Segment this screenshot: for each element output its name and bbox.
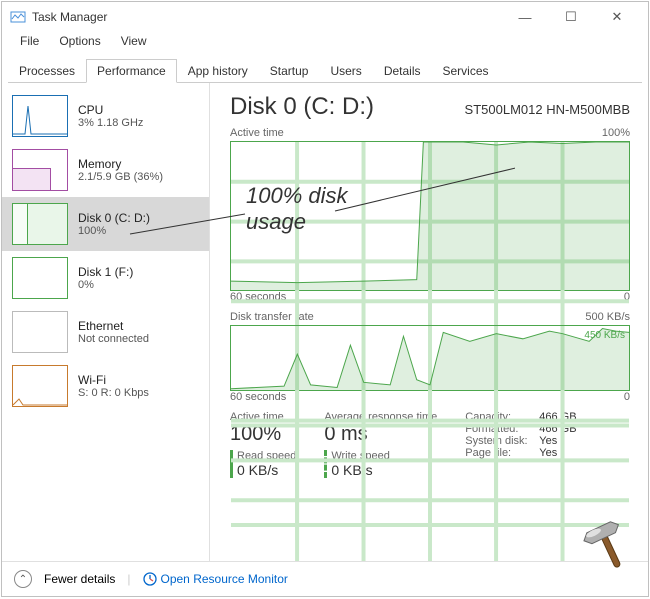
orm-label: Open Resource Monitor xyxy=(161,572,288,586)
cpu-label: CPU xyxy=(78,103,143,117)
sidebar-cpu[interactable]: CPU 3% 1.18 GHz xyxy=(2,89,209,143)
sidebar-wifi[interactable]: Wi-Fi S: 0 R: 0 Kbps xyxy=(2,359,209,413)
active-time-label: Active time xyxy=(230,127,284,139)
task-manager-icon xyxy=(10,9,26,25)
performance-sidebar: CPU 3% 1.18 GHz Memory 2.1/5.9 GB (36%) … xyxy=(2,83,210,561)
maximize-button[interactable]: ☐ xyxy=(548,3,594,31)
disk1-sub: 0% xyxy=(78,279,133,291)
tab-services[interactable]: Services xyxy=(432,59,500,83)
chevron-up-icon[interactable]: ⌃ xyxy=(14,570,32,588)
tab-performance[interactable]: Performance xyxy=(86,59,177,83)
sidebar-memory[interactable]: Memory 2.1/5.9 GB (36%) xyxy=(2,143,209,197)
footer: ⌃ Fewer details | Open Resource Monitor xyxy=(2,561,648,596)
ethernet-sub: Not connected xyxy=(78,333,149,345)
sidebar-ethernet[interactable]: Ethernet Not connected xyxy=(2,305,209,359)
cpu-thumb xyxy=(12,95,68,137)
detail-title: Disk 0 (C: D:) xyxy=(230,93,374,121)
memory-label: Memory xyxy=(78,157,163,171)
disk0-thumb xyxy=(12,203,68,245)
disk1-thumb xyxy=(12,257,68,299)
performance-detail: Disk 0 (C: D:) ST500LM012 HN-M500MBB Act… xyxy=(210,83,648,561)
tab-details[interactable]: Details xyxy=(373,59,432,83)
disk1-label: Disk 1 (F:) xyxy=(78,265,133,279)
transfer-graph: 450 KB/s xyxy=(230,325,630,391)
disk0-label: Disk 0 (C: D:) xyxy=(78,211,150,225)
tab-users[interactable]: Users xyxy=(319,59,372,83)
wifi-label: Wi-Fi xyxy=(78,373,149,387)
disk-model: ST500LM012 HN-M500MBB xyxy=(465,102,630,117)
menu-options[interactable]: Options xyxy=(49,32,110,54)
close-button[interactable]: ✕ xyxy=(594,3,640,31)
transfer-graph-wrap: Disk transfer rate 500 KB/s 450 KB/s 60 … xyxy=(230,311,630,403)
resource-monitor-icon xyxy=(143,572,157,586)
menubar: File Options View xyxy=(2,32,648,54)
memory-thumb xyxy=(12,149,68,191)
tab-startup[interactable]: Startup xyxy=(259,59,320,83)
window-title: Task Manager xyxy=(32,10,502,24)
ethernet-label: Ethernet xyxy=(78,319,149,333)
minimize-button[interactable]: — xyxy=(502,3,548,31)
titlebar: Task Manager — ☐ ✕ xyxy=(2,2,648,32)
memory-sub: 2.1/5.9 GB (36%) xyxy=(78,171,163,183)
menu-file[interactable]: File xyxy=(10,32,49,54)
tab-app-history[interactable]: App history xyxy=(177,59,259,83)
transfer-mid-label: 450 KB/s xyxy=(584,330,625,341)
tab-processes[interactable]: Processes xyxy=(8,59,86,83)
ethernet-thumb xyxy=(12,311,68,353)
wifi-thumb xyxy=(12,365,68,407)
open-resource-monitor-link[interactable]: Open Resource Monitor xyxy=(143,572,288,586)
disk0-sub: 100% xyxy=(78,225,150,237)
wifi-sub: S: 0 R: 0 Kbps xyxy=(78,387,149,399)
tabbar: Processes Performance App history Startu… xyxy=(8,58,642,83)
task-manager-window: Task Manager — ☐ ✕ File Options View Pro… xyxy=(1,1,649,597)
sidebar-disk0[interactable]: Disk 0 (C: D:) 100% xyxy=(2,197,209,251)
cpu-sub: 3% 1.18 GHz xyxy=(78,117,143,129)
active-time-graph xyxy=(230,141,630,291)
sidebar-disk1[interactable]: Disk 1 (F:) 0% xyxy=(2,251,209,305)
menu-view[interactable]: View xyxy=(111,32,157,54)
active-time-max: 100% xyxy=(602,127,630,139)
fewer-details-link[interactable]: Fewer details xyxy=(44,572,115,586)
active-time-graph-wrap: Active time 100% 60 seconds 0 xyxy=(230,127,630,303)
